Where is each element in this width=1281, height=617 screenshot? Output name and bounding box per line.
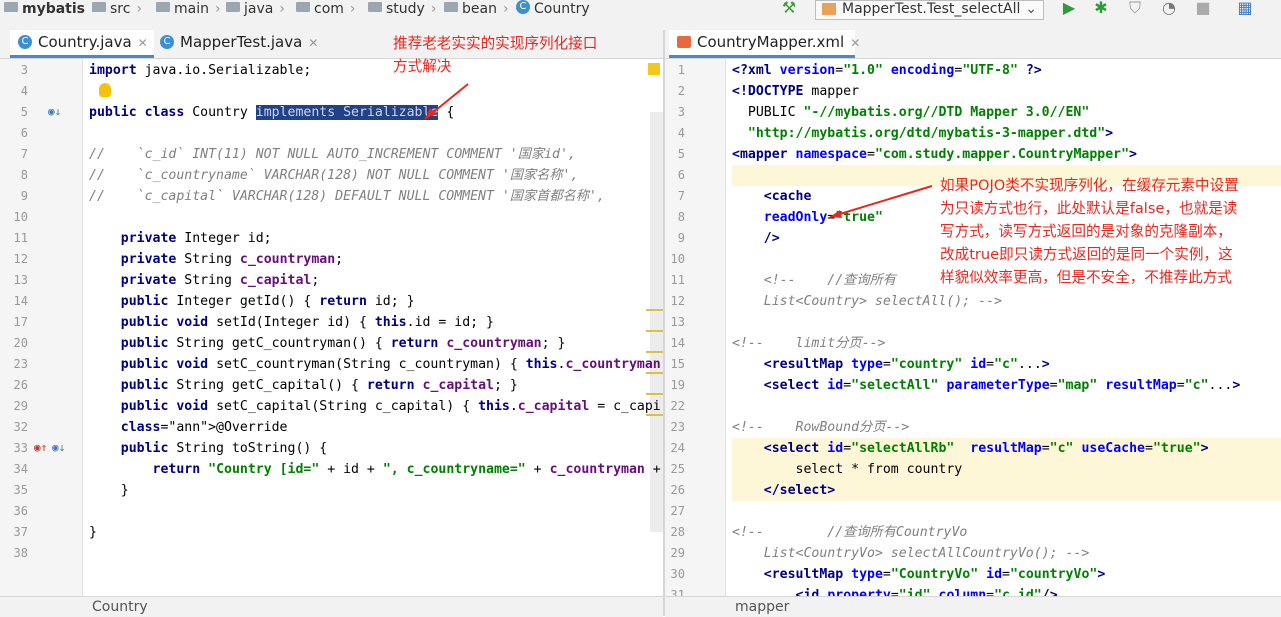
annotation-arrows	[424, 83, 933, 218]
arrowhead	[425, 108, 436, 119]
arrowhead	[830, 210, 842, 218]
arrow-to-readonly	[829, 185, 933, 218]
